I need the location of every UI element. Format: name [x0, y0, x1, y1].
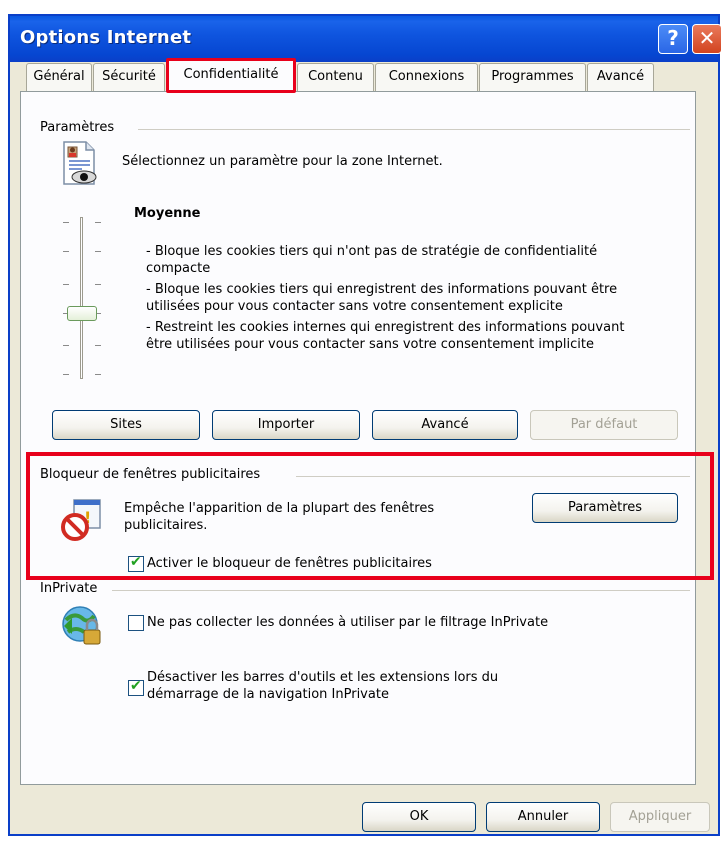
- tab-programmes[interactable]: Programmes: [479, 63, 586, 91]
- tab-connexions[interactable]: Connexions: [375, 63, 478, 91]
- slider-tick: [63, 251, 69, 252]
- tab-contenu[interactable]: Contenu: [297, 63, 374, 91]
- privacy-slider-thumb[interactable]: [67, 306, 97, 321]
- importer-button[interactable]: Importer: [212, 410, 360, 440]
- close-button[interactable]: ✕: [692, 24, 722, 54]
- privacy-level-title: Moyenne: [134, 206, 201, 221]
- par-defaut-button[interactable]: Par défaut: [530, 410, 678, 440]
- slider-tick: [63, 284, 69, 285]
- group-label-parametres: Paramètres: [40, 120, 115, 135]
- disable-toolbars-label[interactable]: démarrage de la navigation InPrivate: [147, 687, 389, 703]
- tab-general[interactable]: Général: [26, 63, 92, 91]
- appliquer-button[interactable]: Appliquer: [610, 802, 710, 832]
- level-description-line: - Restreint les cookies internes qui enr…: [146, 320, 625, 335]
- inprivate-lock-icon: [60, 604, 106, 650]
- group-divider: [112, 590, 690, 591]
- group-label-inprivate: InPrivate: [40, 581, 98, 596]
- slider-tick: [95, 345, 101, 346]
- slider-tick: [95, 374, 101, 375]
- zone-instruction: Sélectionnez un paramètre pour la zone I…: [122, 154, 443, 169]
- group-divider: [138, 129, 690, 130]
- help-button[interactable]: ?: [658, 24, 688, 54]
- slider-tick: [95, 222, 101, 223]
- slider-tick: [95, 284, 101, 285]
- sites-button[interactable]: Sites: [52, 410, 200, 440]
- slider-tick: [95, 251, 101, 252]
- slider-tick: [63, 374, 69, 375]
- tab-confidentialite[interactable]: Confidentialité: [166, 58, 296, 93]
- window-title: Options Internet: [20, 27, 192, 48]
- level-description-line: être utilisées pour vous contacter sans …: [146, 337, 594, 352]
- checkmark-icon: ✔: [130, 678, 142, 694]
- annuler-button[interactable]: Annuler: [486, 802, 600, 832]
- popup-blocker-highlight: [26, 452, 714, 580]
- inprivate-filter-label[interactable]: Ne pas collecter les données à utiliser …: [147, 615, 548, 631]
- level-description-line: utilisées pour vous contacter sans votre…: [146, 299, 563, 314]
- tab-avance[interactable]: Avancé: [587, 63, 654, 91]
- disable-toolbars-label[interactable]: Désactiver les barres d'outils et les ex…: [147, 670, 498, 686]
- slider-tick: [63, 345, 69, 346]
- tab-securite[interactable]: Sécurité: [93, 63, 165, 91]
- slider-tick: [63, 222, 69, 223]
- inprivate-filter-checkbox[interactable]: [128, 615, 144, 631]
- title-bar[interactable]: Options Internet ? ✕: [10, 16, 722, 62]
- level-description-line: - Bloque les cookies tiers qui enregistr…: [146, 282, 618, 297]
- privacy-slider-track[interactable]: [80, 217, 83, 379]
- ok-button[interactable]: OK: [362, 802, 476, 832]
- level-description-line: - Bloque les cookies tiers qui n'ont pas…: [146, 244, 598, 259]
- privacy-document-icon: [60, 140, 100, 188]
- disable-toolbars-checkbox[interactable]: ✔: [128, 678, 144, 696]
- avance-button[interactable]: Avancé: [372, 410, 518, 440]
- level-description-line: compacte: [146, 261, 211, 276]
